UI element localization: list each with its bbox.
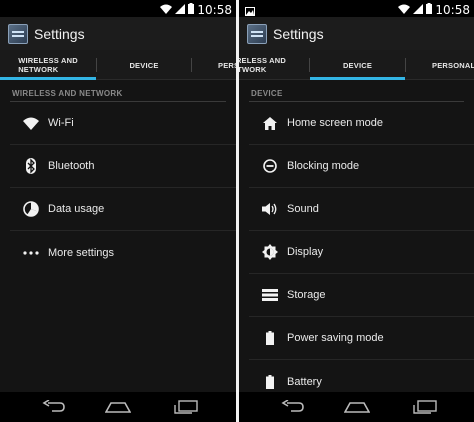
list-item-label: Storage [287,289,326,301]
status-bar: 10:58 [239,0,474,17]
list-item-home-screen-mode[interactable]: Home screen mode [249,102,474,145]
section-header: WIRELESS AND NETWORK [10,86,226,102]
tab-label: DEVICE [129,60,159,70]
data-usage-icon [20,198,42,220]
battery-status-icon [426,1,433,19]
tab-label: PERSO [218,60,236,70]
tab-bar: WIRELESS ANDNETWORK DEVICE PERSONAL [239,50,474,80]
tab-personal[interactable]: PERSONAL [406,50,474,80]
tab-device[interactable]: DEVICE [310,50,405,80]
page-title: Settings [34,25,85,42]
left-settings-screen: 10:58 Settings WIRELESS AND NETWORK DEVIC… [0,0,236,422]
cell-signal-icon [413,1,424,19]
list-item-sound[interactable]: Sound [249,188,474,231]
tab-label: WIRELESS AND [239,56,286,65]
tab-label: NETWORK [239,65,267,74]
recent-apps-button[interactable] [411,397,439,417]
list-item-label: Blocking mode [287,160,360,172]
right-settings-screen: 10:58 Settings WIRELESS ANDNETWORK DEVIC… [239,0,474,422]
recent-apps-button[interactable] [172,397,200,417]
list-item-label: Battery [287,375,322,388]
tab-selected-indicator [310,77,405,80]
battery-icon [259,327,281,349]
status-bar: 10:58 [0,0,236,17]
wifi-signal-icon [398,1,411,19]
storage-icon [259,284,281,306]
tab-label: DEVICE [342,60,373,70]
blocking-icon [259,155,281,177]
cell-signal-icon [175,1,186,19]
tab-wireless-and-network[interactable]: WIRELESS ANDNETWORK [0,50,96,80]
list-item-label: Home screen mode [287,117,383,129]
list-item-display[interactable]: Display [249,231,474,274]
list-item-wifi[interactable]: Wi-Fi [10,102,236,145]
list-item-power-saving-mode[interactable]: Power saving mode [249,317,474,360]
back-button[interactable] [279,397,307,417]
list-item-more-settings[interactable]: More settings [10,231,236,274]
status-time: 10:58 [197,3,232,17]
bluetooth-icon [20,155,42,177]
tab-wireless-and-network[interactable]: WIRELESS ANDNETWORK [239,50,290,80]
tab-bar: WIRELESS ANDNETWORK DEVICE PERSO [0,50,236,80]
list-item-storage[interactable]: Storage [249,274,474,317]
settings-app-icon[interactable] [247,23,267,44]
page-title: Settings [273,25,324,42]
list-item-blocking-mode[interactable]: Blocking mode [249,145,474,188]
list-item-label: Data usage [48,203,105,215]
battery-icon [259,371,281,393]
settings-app-icon[interactable] [8,23,28,44]
status-time: 10:58 [435,3,470,17]
wifi-signal-icon [160,1,173,19]
list-item-label: Bluetooth [48,160,95,172]
back-button[interactable] [40,397,68,417]
list-item-bluetooth[interactable]: Bluetooth [10,145,236,188]
section-header: DEVICE [249,86,464,102]
speaker-icon [259,198,281,220]
home-button[interactable] [343,397,371,417]
tab-personal[interactable]: PERSO [192,50,236,80]
home-button[interactable] [104,397,132,417]
tab-device[interactable]: DEVICE [97,50,191,80]
list-item-label: Wi-Fi [48,117,74,129]
action-bar: Settings [239,17,474,50]
tab-label: NETWORK [18,65,59,74]
list-item-label: Sound [287,203,319,215]
list-item-label: Power saving mode [287,332,384,344]
action-bar: Settings [0,17,236,50]
wifi-icon [20,112,42,134]
battery-status-icon [188,1,195,19]
navigation-bar [239,392,474,422]
tab-selected-indicator [0,77,96,80]
list-item-label: More settings [48,246,115,259]
screenshot-notification-icon [245,3,255,21]
tab-label: WIRELESS AND [18,56,78,65]
more-icon [20,242,42,264]
list-item-data-usage[interactable]: Data usage [10,188,236,231]
tab-label: PERSONAL [432,60,474,70]
brightness-icon [259,241,281,263]
home-icon [259,112,281,134]
list-item-label: Display [287,246,324,258]
navigation-bar [0,392,236,422]
